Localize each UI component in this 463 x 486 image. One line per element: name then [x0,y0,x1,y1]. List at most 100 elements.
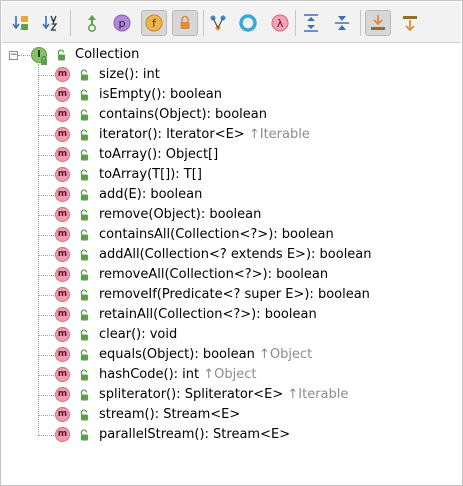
visibility-lock-icon [41,56,47,65]
expand-all-button[interactable] [298,10,324,36]
sort-alphabetically-button[interactable] [38,10,64,36]
inherited-from-label: ↑Object [199,367,257,382]
sort-by-visibility-button[interactable] [8,10,34,36]
structure-panel: p f λ − I Collection m size(): int m isE… [0,0,463,486]
method-row[interactable]: m size(): int [1,65,462,85]
show-inherited-button[interactable] [79,10,105,36]
method-signature: removeIf(Predicate<? super E>): boolean [99,287,370,302]
method-signature: removeAll(Collection<?>): boolean [99,267,329,282]
tree-connector [38,155,54,156]
method-row[interactable]: m removeIf(Predicate<? super E>): boolean [1,285,462,305]
method-icon: m [55,227,70,242]
method-icon: m [55,287,70,302]
method-row[interactable]: m remove(Object): boolean [1,205,462,225]
autoscroll-to-source-button[interactable] [365,10,391,36]
public-lock-icon [80,369,88,381]
method-row[interactable]: m isEmpty(): boolean [1,85,462,105]
inherited-icon [88,15,96,32]
lambda-icon: λ [271,14,289,32]
public-lock-icon [80,129,88,141]
method-row[interactable]: m contains(Object): boolean [1,105,462,125]
tree-connector [38,395,54,396]
method-row[interactable]: m clear(): void [1,325,462,345]
collapse-node-icon[interactable]: − [9,51,18,60]
method-row[interactable]: m containsAll(Collection<?>): boolean [1,225,462,245]
method-icon: m [55,347,70,362]
method-row[interactable]: m hashCode(): int ↑Object [1,365,462,385]
public-lock-icon [80,249,88,261]
toolbar-separator [203,10,204,36]
show-non-public-button[interactable] [172,10,198,36]
method-signature: retainAll(Collection<?>): boolean [99,307,317,322]
inherited-from-label: ↑Object [254,347,313,362]
show-fields-button[interactable]: f [141,10,167,36]
tree-connector [38,315,54,316]
method-row[interactable]: m equals(Object): boolean ↑Object [1,345,462,365]
tree-connector [38,235,54,236]
anonymous-icon [210,15,226,31]
method-signature: containsAll(Collection<?>): boolean [99,227,334,242]
tree-connector [38,275,54,276]
show-lambdas-ring-button[interactable] [235,10,261,36]
method-row[interactable]: m removeAll(Collection<?>): boolean [1,265,462,285]
public-lock-icon [57,49,65,61]
method-icon: m [55,147,70,162]
tree-connector [38,215,54,216]
autoscroll-from-source-button[interactable] [397,10,423,36]
structure-toolbar: p f λ [2,2,461,43]
tree-connector [38,115,54,116]
public-lock-icon [80,189,88,201]
method-icon: m [55,327,70,342]
method-signature: contains(Object): boolean [99,107,267,122]
method-row[interactable]: m stream(): Stream<E> [1,405,462,425]
toolbar-separator [295,10,296,36]
method-icon: m [55,127,70,142]
method-row[interactable]: m spliterator(): Spliterator<E> ↑Iterable [1,385,462,405]
tree-connector [38,95,54,96]
method-row[interactable]: m toArray(T[]): T[] [1,165,462,185]
method-signature: hashCode(): int ↑Object [99,367,257,382]
public-lock-icon [80,409,88,421]
collapse-all-button[interactable] [329,10,355,36]
public-lock-icon [80,209,88,221]
method-signature: stream(): Stream<E> [99,407,241,422]
method-row[interactable]: m retainAll(Collection<?>): boolean [1,305,462,325]
method-row[interactable]: m addAll(Collection<? extends E>): boolea… [1,245,462,265]
method-row[interactable]: m iterator(): Iterator<E> ↑Iterable [1,125,462,145]
root-label: Collection [75,47,140,62]
show-properties-button[interactable]: p [109,10,135,36]
method-signature: toArray(T[]): T[] [99,167,202,182]
inherited-from-label: ↑Iterable [283,387,349,402]
method-icon: m [55,427,70,442]
tree-connector [38,415,54,416]
method-icon: m [55,187,70,202]
sort-alpha-icon [42,15,58,31]
method-icon: m [55,367,70,382]
tree-connector [38,375,54,376]
tree-connector [38,295,54,296]
show-anonymous-classes-button[interactable] [205,10,231,36]
tree-connector [38,135,54,136]
method-row[interactable]: m parallelStream(): Stream<E> [1,425,462,445]
method-row[interactable]: m toArray(): Object[] [1,145,462,165]
public-lock-icon [80,89,88,101]
public-lock-icon [80,229,88,241]
method-icon: m [55,387,70,402]
public-lock-icon [80,109,88,121]
method-signature: size(): int [99,67,160,82]
method-signature: add(E): boolean [99,187,203,202]
sort-visibility-icon [12,16,28,30]
show-lambdas-button[interactable]: λ [267,10,293,36]
method-signature: toArray(): Object[] [99,147,219,162]
tree-root-row[interactable]: − I Collection [1,45,462,65]
public-lock-icon [80,289,88,301]
public-lock-icon [80,69,88,81]
method-signature: isEmpty(): boolean [99,87,222,102]
structure-tree: − I Collection m size(): int m isEmpty(): b… [1,43,462,484]
property-icon: p [113,14,131,32]
method-row[interactable]: m add(E): boolean [1,185,462,205]
public-lock-icon [80,349,88,361]
method-signature: addAll(Collection<? extends E>): boolean [99,247,372,262]
field-icon: f [145,14,163,32]
public-lock-icon [80,329,88,341]
